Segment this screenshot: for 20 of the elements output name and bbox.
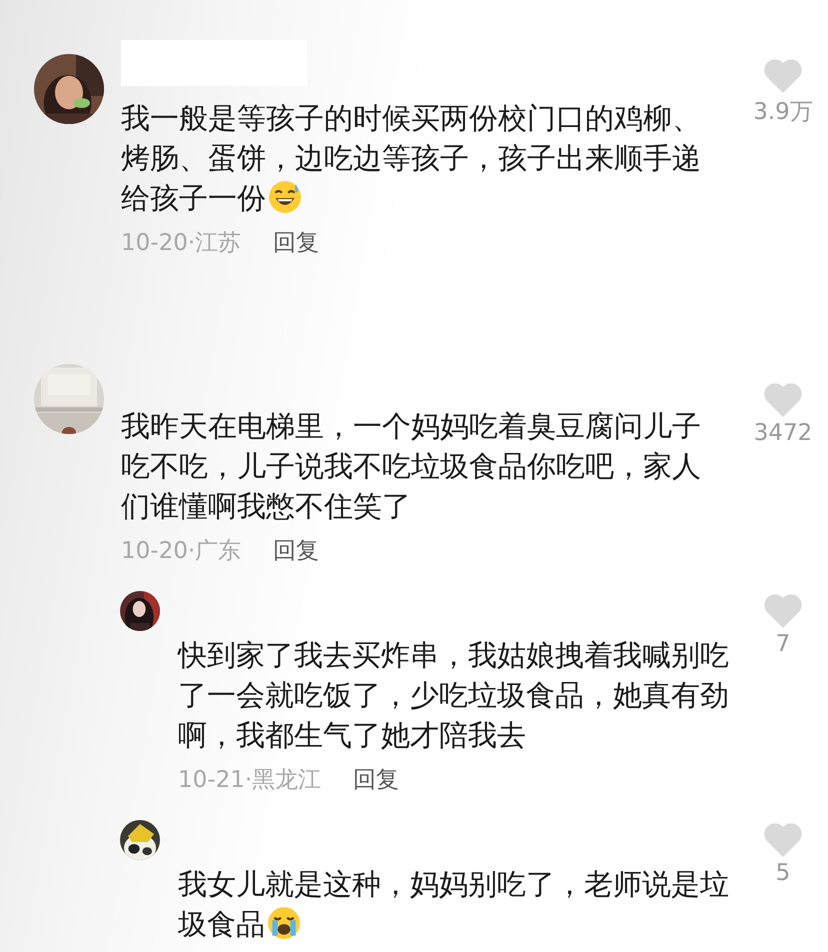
comment-text: 我女儿就是这种，妈妈别吃了，老师说是垃圾食品 — [178, 866, 730, 943]
heart-icon[interactable] — [763, 382, 803, 418]
heart-icon[interactable] — [763, 58, 803, 94]
comment-date: 10-20·江苏 — [121, 228, 242, 258]
reply-link[interactable]: 回复 — [353, 764, 400, 794]
comment-text: 我一般是等孩子的时候买两份校门口的鸡柳、烤肠、蛋饼，边吃边等孩子，孩子出来顺手递给孩子一份 — [121, 100, 702, 217]
comment-date: 10-21·黑龙江 — [178, 766, 322, 794]
reply-link[interactable]: 回复 — [273, 226, 320, 258]
heart-icon[interactable] — [763, 822, 803, 858]
comment-date: 10-20·广东 — [121, 536, 242, 566]
comment-text: 我昨天在电梯里，一个妈妈吃着臭豆腐问儿子吃不吃，儿子说我不吃垃圾食品你吃吧，家人们谁懂啊我憋不住笑了 — [121, 408, 702, 525]
heart-icon[interactable] — [763, 593, 803, 629]
crying-face-icon — [267, 906, 301, 940]
comment-text: 快到家了我去买炸串，我姑娘拽着我喊别吃了一会就吃饭了，少吃垃圾食品，她真有劲啊，我都生气了她才陪我去 — [178, 637, 730, 754]
reply-link[interactable]: 回复 — [273, 534, 320, 566]
sweat-smile-icon — [268, 180, 302, 214]
like-count: 3.9万 — [753, 98, 813, 127]
like-count: 3472 — [754, 420, 812, 446]
like-count: 5 — [776, 860, 790, 886]
like-count: 7 — [776, 631, 790, 657]
